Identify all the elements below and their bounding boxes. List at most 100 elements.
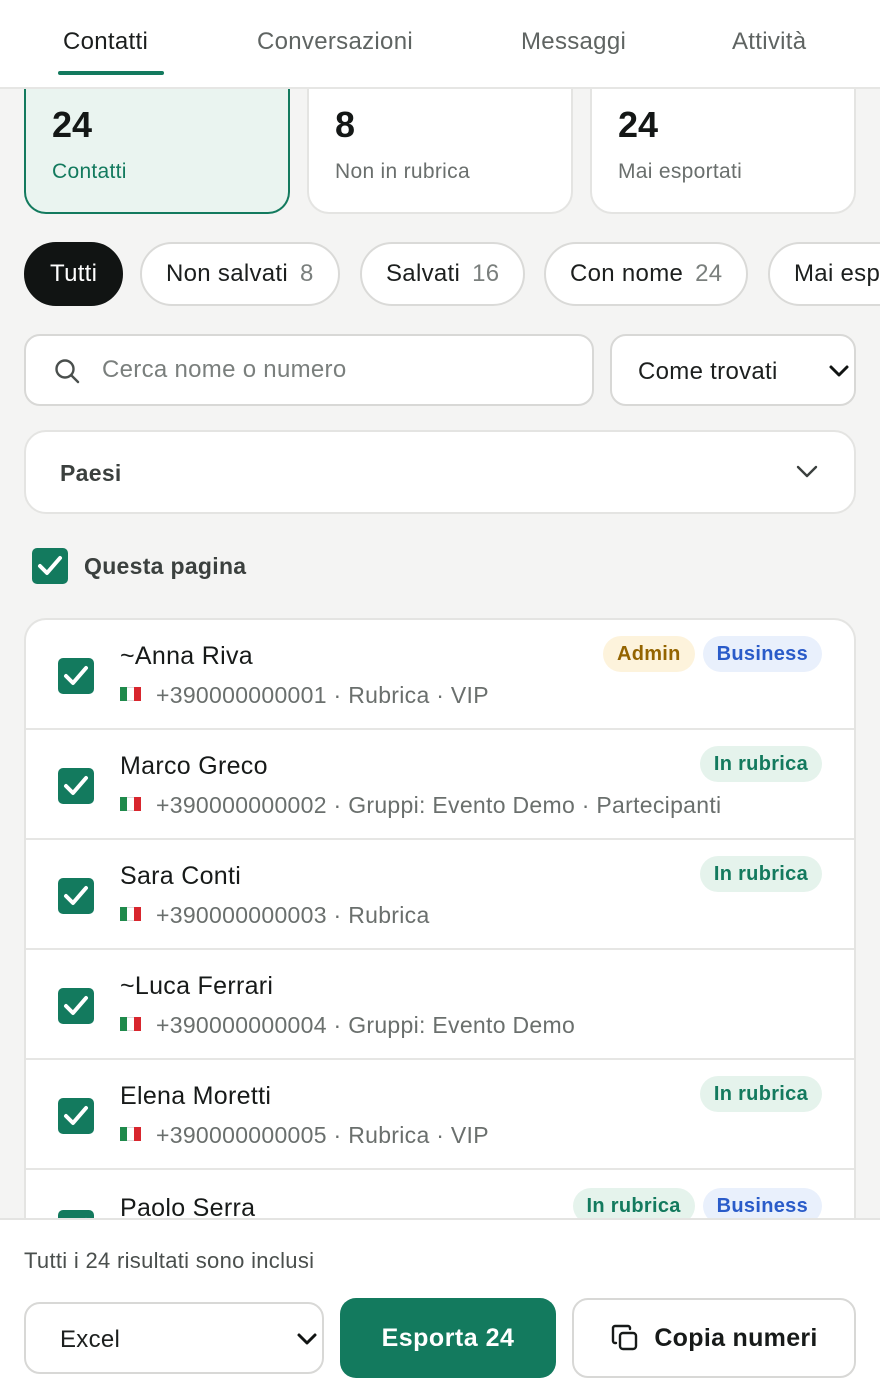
filter-chip-mai-esportati[interactable]: Mai esportati: [768, 242, 880, 306]
stat-value: 8: [335, 104, 356, 145]
italy-flag-icon: [120, 687, 142, 701]
stat-card-contatti[interactable]: 24 Contatti: [24, 82, 290, 214]
filter-chip-con-nome[interactable]: Con nome 24: [544, 242, 749, 306]
check-icon: [64, 996, 88, 1015]
italy-flag-icon: [120, 797, 142, 811]
business-badge: Business: [702, 636, 822, 672]
export-format-select[interactable]: Excel: [24, 1302, 324, 1374]
stat-value: 24: [618, 104, 659, 145]
active-tab-indicator: [58, 71, 164, 75]
in-rubrica-badge: In rubrica: [699, 1076, 822, 1112]
search-input[interactable]: [102, 346, 572, 394]
contact-details: Gruppi: Evento Demo · Partecipanti: [348, 792, 722, 818]
contact-row[interactable]: Elena Moretti +390000000005 · Rubrica · …: [26, 1060, 854, 1170]
contact-row[interactable]: Sara Conti +390000000003 · Rubrica In ru…: [26, 840, 854, 950]
chip-label: Salvati: [386, 260, 461, 287]
chip-count: 24: [695, 260, 723, 287]
sort-selected-value: Come trovati: [638, 358, 778, 385]
results-info: Tutti i 24 risultati sono inclusi: [24, 1248, 315, 1273]
contact-phone: +390000000002: [156, 792, 327, 818]
contact-badges: In rubrica: [699, 746, 822, 782]
countries-dropdown[interactable]: Paesi: [24, 430, 856, 514]
contact-meta: +390000000002 · Gruppi: Evento Demo · Pa…: [120, 792, 721, 819]
contact-name: ~Luca Ferrari: [120, 972, 274, 1000]
tab-attivita[interactable]: Attività: [732, 28, 806, 56]
contact-phone: +390000000003: [156, 902, 327, 928]
check-icon: [64, 666, 88, 685]
filter-chip-tutti[interactable]: Tutti: [24, 242, 124, 306]
contact-phone: +390000000004: [156, 1012, 327, 1038]
select-page-label: Questa pagina: [84, 553, 247, 579]
contact-name: ~Anna Riva: [120, 642, 253, 670]
contact-phone: +390000000005: [156, 1122, 327, 1148]
stat-label: Mai esportati: [618, 160, 743, 183]
contact-phone: +390000000001: [156, 682, 327, 708]
search-icon: [55, 359, 80, 384]
stat-card-non-in-rubrica[interactable]: 8 Non in rubrica: [307, 82, 573, 214]
chevron-down-icon: [829, 365, 849, 377]
tab-conversazioni[interactable]: Conversazioni: [257, 28, 413, 56]
chip-count: 16: [472, 260, 500, 287]
filter-chips: Tutti Non salvati 8 Salvati 16 Con nome 24 …: [24, 242, 880, 306]
stat-card-mai-esportati[interactable]: 24 Mai esportati: [590, 82, 856, 214]
contact-badges: In rubrica: [699, 856, 822, 892]
chip-label: Non salvati: [166, 260, 289, 287]
contact-details: Gruppi: Evento Demo: [348, 1012, 576, 1038]
stat-label: Contatti: [52, 160, 127, 183]
contact-checkbox[interactable]: [58, 768, 94, 804]
tab-contatti[interactable]: Contatti: [63, 28, 148, 56]
copy-numbers-button[interactable]: Copia numeri: [572, 1298, 856, 1378]
chip-label: Tutti: [50, 260, 98, 287]
filter-chip-salvati[interactable]: Salvati 16: [360, 242, 526, 306]
chip-label: Mai esportati: [794, 260, 880, 287]
contact-name: Elena Moretti: [120, 1082, 272, 1110]
contact-name: Sara Conti: [120, 862, 242, 890]
contact-name: Marco Greco: [120, 752, 268, 780]
chip-count: 8: [300, 260, 314, 287]
contact-checkbox[interactable]: [58, 658, 94, 694]
contact-list: ~Anna Riva +390000000001 · Rubrica · VIP…: [24, 618, 856, 1238]
check-icon: [64, 776, 88, 795]
contact-meta: +390000000003 · Rubrica: [120, 902, 430, 929]
filter-chip-non-salvati[interactable]: Non salvati 8: [140, 242, 340, 306]
contact-checkbox[interactable]: [58, 1098, 94, 1134]
sort-select[interactable]: Come trovati: [610, 334, 856, 406]
contact-checkbox[interactable]: [58, 988, 94, 1024]
italy-flag-icon: [120, 1127, 142, 1141]
countries-label: Paesi: [60, 460, 122, 486]
chip-label: Con nome: [570, 260, 684, 287]
contact-meta: +390000000004 · Gruppi: Evento Demo: [120, 1012, 575, 1039]
italy-flag-icon: [120, 1017, 142, 1031]
stat-value: 24: [52, 104, 93, 145]
export-button[interactable]: Esporta 24: [340, 1298, 556, 1378]
tab-messaggi[interactable]: Messaggi: [521, 28, 626, 56]
contact-details: Rubrica · VIP: [348, 682, 489, 708]
chevron-down-icon: [297, 1333, 317, 1345]
export-bar: Tutti i 24 risultati sono inclusi Excel …: [0, 1218, 880, 1400]
contact-checkbox[interactable]: [58, 878, 94, 914]
contact-row[interactable]: Marco Greco +390000000002 · Gruppi: Even…: [26, 730, 854, 840]
contact-meta: +390000000005 · Rubrica · VIP: [120, 1122, 489, 1149]
italy-flag-icon: [120, 907, 142, 921]
stat-label: Non in rubrica: [335, 160, 470, 183]
export-format-value: Excel: [60, 1326, 121, 1353]
contact-meta: +390000000001 · Rubrica · VIP: [120, 682, 489, 709]
in-rubrica-badge: In rubrica: [699, 746, 822, 782]
check-icon: [38, 556, 62, 575]
check-icon: [64, 886, 88, 905]
tab-bar: Contatti Conversazioni Messaggi Attività: [0, 0, 880, 89]
select-page-checkbox[interactable]: [32, 548, 68, 584]
contact-details: Rubrica: [348, 902, 430, 928]
search-box: [24, 334, 594, 406]
copy-icon: [612, 1324, 638, 1351]
check-icon: [64, 1106, 88, 1125]
admin-badge: Admin: [602, 636, 695, 672]
contact-details: Rubrica · VIP: [348, 1122, 489, 1148]
chevron-down-icon: [796, 465, 818, 478]
contact-row[interactable]: ~Anna Riva +390000000001 · Rubrica · VIP…: [26, 620, 854, 730]
copy-numbers-label: Copia numeri: [654, 1323, 818, 1352]
contact-badges: In rubrica: [699, 1076, 822, 1112]
in-rubrica-badge: In rubrica: [699, 856, 822, 892]
contact-row[interactable]: ~Luca Ferrari +390000000004 · Gruppi: Ev…: [26, 950, 854, 1060]
contact-badges: Admin Business: [602, 636, 822, 672]
